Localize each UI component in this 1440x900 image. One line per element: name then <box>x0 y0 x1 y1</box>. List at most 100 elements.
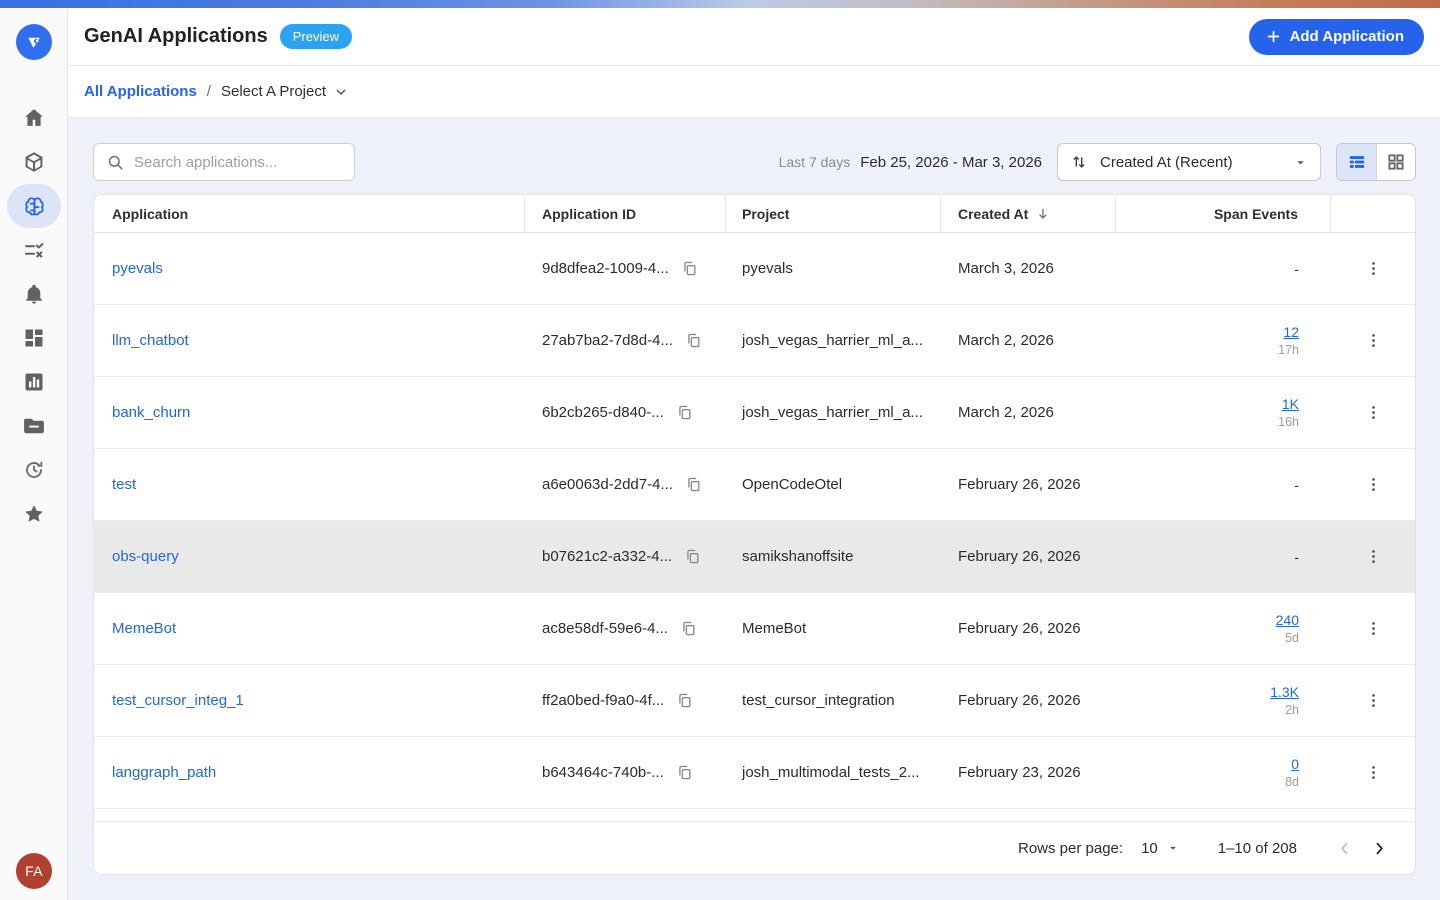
copy-icon[interactable] <box>676 764 693 781</box>
search-input[interactable] <box>134 154 344 171</box>
sidebar-item-history[interactable] <box>7 448 61 492</box>
row-menu-button[interactable] <box>1358 613 1389 644</box>
column-header-created-at[interactable]: Created At <box>941 195 1116 232</box>
copy-icon[interactable] <box>676 404 693 421</box>
table-row[interactable]: pyevals 9d8dfea2-1009-4... pyevals March… <box>94 233 1415 305</box>
application-link[interactable]: test <box>112 476 136 493</box>
preview-badge: Preview <box>280 24 352 49</box>
table-row[interactable]: llm_chatbot 27ab7ba2-7d8d-4... josh_vega… <box>94 305 1415 377</box>
sidebar-item-bookmarks[interactable] <box>7 492 61 536</box>
table-header: Application Application ID Project Creat… <box>94 195 1415 233</box>
sort-desc-arrow-icon <box>1035 206 1051 222</box>
sidebar: FA <box>0 8 68 900</box>
top-gradient-bar <box>0 0 1440 8</box>
span-events-link[interactable]: 1.3K <box>1270 684 1299 700</box>
span-events-age: 2h <box>1285 703 1299 717</box>
app-logo[interactable] <box>16 24 52 60</box>
table-row[interactable]: MemeBot ac8e58df-59e6-4... MemeBot Febru… <box>94 593 1415 665</box>
list-view-button[interactable] <box>1337 144 1376 180</box>
previous-page-button[interactable] <box>1327 835 1362 862</box>
row-menu-button[interactable] <box>1358 325 1389 356</box>
application-link[interactable]: bank_churn <box>112 404 190 421</box>
application-link[interactable]: obs-query <box>112 548 179 565</box>
application-link[interactable]: llm_chatbot <box>112 332 189 349</box>
table-row[interactable]: bank_churn 6b2cb265-d840-... josh_vegas_… <box>94 377 1415 449</box>
dashboard-icon <box>22 326 46 350</box>
sort-dropdown[interactable]: Created At (Recent) <box>1057 143 1321 181</box>
breadcrumb-all-applications[interactable]: All Applications <box>84 83 197 100</box>
sidebar-item-models[interactable] <box>7 140 61 184</box>
copy-icon[interactable] <box>681 260 698 277</box>
sidebar-item-charts[interactable] <box>7 360 61 404</box>
project-name: test_cursor_integration <box>726 665 941 736</box>
next-page-button[interactable] <box>1362 835 1397 862</box>
row-menu-button[interactable] <box>1358 253 1389 284</box>
row-menu-button[interactable] <box>1358 757 1389 788</box>
column-header-application-id[interactable]: Application ID <box>525 195 726 232</box>
row-menu-button[interactable] <box>1358 469 1389 500</box>
column-header-project[interactable]: Project <box>726 195 941 232</box>
table-body: pyevals 9d8dfea2-1009-4... pyevals March… <box>94 233 1415 809</box>
search-icon <box>106 153 125 172</box>
grid-view-button[interactable] <box>1376 144 1415 180</box>
created-at-value: February 26, 2026 <box>941 593 1116 664</box>
rows-per-page-label: Rows per page: <box>1018 840 1123 857</box>
table-row[interactable]: test_cursor_integ_1 ff2a0bed-f9a0-4f... … <box>94 665 1415 737</box>
span-events-link[interactable]: 12 <box>1283 324 1299 340</box>
date-range-value[interactable]: Feb 25, 2026 - Mar 3, 2026 <box>860 154 1042 171</box>
created-at-value: March 2, 2026 <box>941 377 1116 448</box>
row-menu-button[interactable] <box>1358 685 1389 716</box>
project-name: josh_vegas_harrier_ml_a... <box>726 377 941 448</box>
sidebar-item-genai-applications[interactable] <box>7 184 61 228</box>
span-events-link[interactable]: 240 <box>1276 612 1299 628</box>
copy-icon[interactable] <box>676 692 693 709</box>
application-id: a6e0063d-2dd7-4... <box>542 476 673 493</box>
span-events-age: 8d <box>1285 775 1299 789</box>
content-area: Last 7 days Feb 25, 2026 - Mar 3, 2026 C… <box>68 118 1440 900</box>
table-row[interactable]: test a6e0063d-2dd7-4... OpenCodeOtel Feb… <box>94 449 1415 521</box>
pagination-range: 1–10 of 208 <box>1218 840 1297 857</box>
sidebar-item-evaluations[interactable] <box>7 228 61 272</box>
cube-icon <box>22 150 46 174</box>
chevron-left-icon <box>1335 839 1354 858</box>
copy-icon[interactable] <box>684 548 701 565</box>
row-menu-button[interactable] <box>1358 397 1389 428</box>
span-events-link[interactable]: 0 <box>1291 756 1299 772</box>
user-avatar[interactable]: FA <box>16 853 52 889</box>
breadcrumb-separator: / <box>207 83 211 100</box>
pagination: Rows per page: 10 1–10 of 208 <box>94 822 1415 874</box>
rows-per-page-select[interactable]: 10 <box>1141 840 1180 857</box>
sidebar-item-alerts[interactable] <box>7 272 61 316</box>
application-link[interactable]: test_cursor_integ_1 <box>112 692 244 709</box>
copy-icon[interactable] <box>685 332 702 349</box>
project-name: MemeBot <box>726 593 941 664</box>
home-icon <box>22 106 46 130</box>
column-header-application[interactable]: Application <box>94 195 525 232</box>
project-selector[interactable]: Select A Project <box>221 83 349 100</box>
copy-icon[interactable] <box>680 620 697 637</box>
column-header-span-events[interactable]: Span Events <box>1116 195 1331 232</box>
checklist-icon <box>22 238 46 262</box>
add-application-button[interactable]: Add Application <box>1249 19 1424 55</box>
created-at-value: February 26, 2026 <box>941 521 1116 592</box>
span-events-link[interactable]: 1K <box>1282 396 1299 412</box>
history-clock-icon <box>22 458 46 482</box>
sidebar-nav <box>0 96 68 536</box>
table-row[interactable]: obs-query b07621c2-a332-4... samikshanof… <box>94 521 1415 593</box>
row-menu-button[interactable] <box>1358 541 1389 572</box>
caret-down-icon <box>1166 841 1180 855</box>
caret-down-icon <box>1293 155 1308 170</box>
application-id: 6b2cb265-d840-... <box>542 404 664 421</box>
date-preset-label: Last 7 days <box>779 154 851 170</box>
application-link[interactable]: langgraph_path <box>112 764 216 781</box>
sidebar-item-home[interactable] <box>7 96 61 140</box>
application-id: 9d8dfea2-1009-4... <box>542 260 669 277</box>
application-link[interactable]: MemeBot <box>112 620 176 637</box>
copy-icon[interactable] <box>685 476 702 493</box>
table-row[interactable]: langgraph_path b643464c-740b-... josh_mu… <box>94 737 1415 809</box>
created-at-value: February 23, 2026 <box>941 737 1116 808</box>
created-at-value: February 26, 2026 <box>941 449 1116 520</box>
sidebar-item-projects[interactable] <box>7 404 61 448</box>
application-link[interactable]: pyevals <box>112 260 163 277</box>
sidebar-item-dashboards[interactable] <box>7 316 61 360</box>
